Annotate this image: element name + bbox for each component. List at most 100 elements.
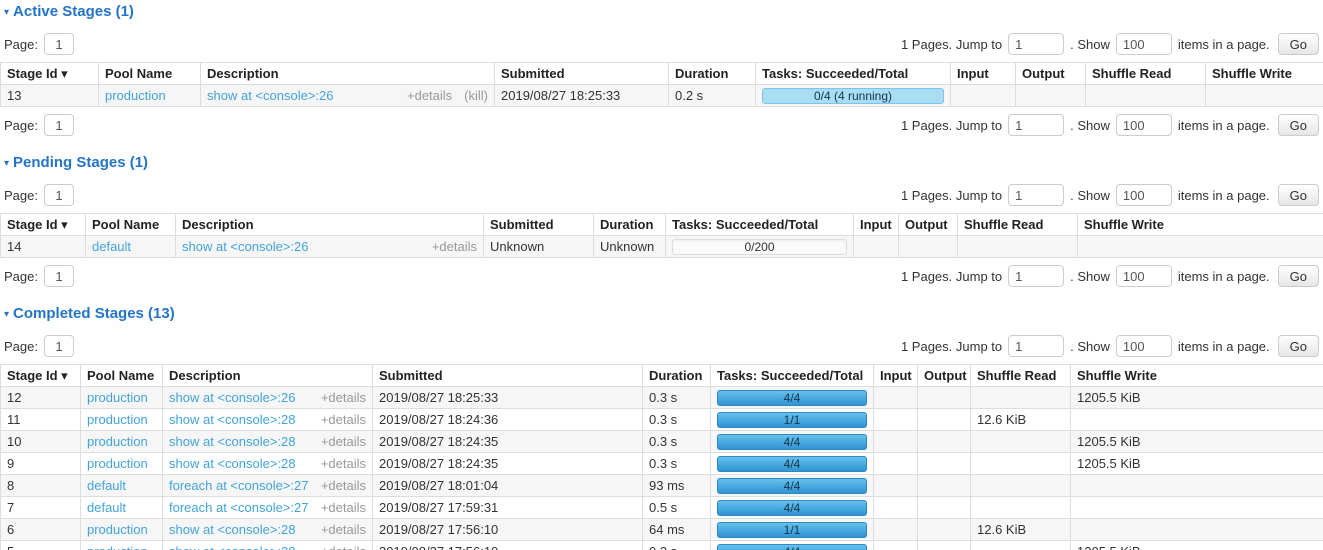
description-link[interactable]: show at <console>:28 xyxy=(169,412,295,427)
go-button[interactable]: Go xyxy=(1278,265,1319,287)
column-header-description[interactable]: Description xyxy=(176,214,484,236)
description-cell: show at <console>:28 +details xyxy=(163,431,373,453)
description-link[interactable]: show at <console>:26 xyxy=(207,88,333,103)
details-link[interactable]: +details xyxy=(321,544,366,550)
page-input[interactable] xyxy=(44,335,74,357)
pool-name-link[interactable]: production xyxy=(87,434,148,449)
column-header-input[interactable]: Input xyxy=(874,365,918,387)
details-link[interactable]: +details xyxy=(321,412,366,427)
column-header-pool-name[interactable]: Pool Name xyxy=(99,63,201,85)
input-cell xyxy=(874,497,918,519)
shuffle-write-cell xyxy=(1071,497,1323,519)
details-link[interactable]: +details xyxy=(432,239,477,254)
details-link[interactable]: +details xyxy=(321,390,366,405)
section-heading-active-stages[interactable]: ▾Active Stages (1) xyxy=(0,2,1323,24)
description-link[interactable]: foreach at <console>:27 xyxy=(169,478,309,493)
details-link[interactable]: +details xyxy=(407,88,452,103)
column-header-description[interactable]: Description xyxy=(163,365,373,387)
column-header-pool-name[interactable]: Pool Name xyxy=(86,214,176,236)
column-header-stage-id[interactable]: Stage Id ▾ xyxy=(1,63,99,85)
pool-name-link[interactable]: production xyxy=(87,456,148,471)
jump-to-input[interactable] xyxy=(1008,33,1064,55)
input-cell xyxy=(874,541,918,550)
details-link[interactable]: +details xyxy=(321,456,366,471)
duration-cell: 64 ms xyxy=(643,519,711,541)
column-header-tasks-succeeded-total[interactable]: Tasks: Succeeded/Total xyxy=(756,63,951,85)
column-header-duration[interactable]: Duration xyxy=(669,63,756,85)
pool-name-link[interactable]: production xyxy=(87,390,148,405)
pool-name-link[interactable]: production xyxy=(87,412,148,427)
page-input[interactable] xyxy=(44,114,74,136)
tasks-cell: 4/4 xyxy=(711,497,874,519)
column-header-output[interactable]: Output xyxy=(918,365,971,387)
jump-to-input[interactable] xyxy=(1008,265,1064,287)
submitted-cell: 2019/08/27 18:24:35 xyxy=(373,453,643,475)
details-link[interactable]: +details xyxy=(321,478,366,493)
description-link[interactable]: foreach at <console>:27 xyxy=(169,500,309,515)
description-link[interactable]: show at <console>:26 xyxy=(169,390,295,405)
column-header-shuffle-read[interactable]: Shuffle Read xyxy=(958,214,1078,236)
details-link[interactable]: +details xyxy=(321,434,366,449)
page-input[interactable] xyxy=(44,184,74,206)
jump-to-input[interactable] xyxy=(1008,184,1064,206)
column-header-duration[interactable]: Duration xyxy=(594,214,666,236)
pool-name-link[interactable]: production xyxy=(105,88,166,103)
section-heading-pending-stages[interactable]: ▾Pending Stages (1) xyxy=(0,153,1323,175)
column-header-shuffle-read[interactable]: Shuffle Read xyxy=(971,365,1071,387)
go-button[interactable]: Go xyxy=(1278,33,1319,55)
column-header-input[interactable]: Input xyxy=(951,63,1016,85)
description-link[interactable]: show at <console>:28 xyxy=(169,434,295,449)
section-heading-completed-stages[interactable]: ▾Completed Stages (13) xyxy=(0,304,1323,326)
show-count-input[interactable] xyxy=(1116,33,1172,55)
column-header-shuffle-write[interactable]: Shuffle Write xyxy=(1078,214,1323,236)
details-link[interactable]: +details xyxy=(321,522,366,537)
items-per-page-text: items in a page. xyxy=(1178,37,1270,52)
jump-to-input[interactable] xyxy=(1008,114,1064,136)
column-header-duration[interactable]: Duration xyxy=(643,365,711,387)
description-link[interactable]: show at <console>:28 xyxy=(169,522,295,537)
column-header-stage-id[interactable]: Stage Id ▾ xyxy=(1,365,81,387)
show-count-input[interactable] xyxy=(1116,184,1172,206)
column-header-tasks-succeeded-total[interactable]: Tasks: Succeeded/Total xyxy=(711,365,874,387)
kill-link[interactable]: (kill) xyxy=(464,88,488,103)
show-count-input[interactable] xyxy=(1116,335,1172,357)
column-header-pool-name[interactable]: Pool Name xyxy=(81,365,163,387)
pool-name-link[interactable]: default xyxy=(92,239,131,254)
pool-name-link[interactable]: production xyxy=(87,522,148,537)
pool-name-link[interactable]: production xyxy=(87,544,148,550)
description-link[interactable]: show at <console>:28 xyxy=(169,544,295,550)
column-header-submitted[interactable]: Submitted xyxy=(495,63,669,85)
stages-table-pending-stages: Stage Id ▾Pool NameDescriptionSubmittedD… xyxy=(0,213,1323,258)
column-header-description[interactable]: Description xyxy=(201,63,495,85)
task-progress-bar: 4/4 xyxy=(717,478,867,494)
task-progress-bar: 4/4 xyxy=(717,390,867,406)
table-row: 12productionshow at <console>:26+details… xyxy=(1,387,1323,409)
column-header-stage-id[interactable]: Stage Id ▾ xyxy=(1,214,86,236)
jump-to-input[interactable] xyxy=(1008,335,1064,357)
go-button[interactable]: Go xyxy=(1278,335,1319,357)
pool-name-link[interactable]: default xyxy=(87,478,126,493)
input-cell xyxy=(854,236,899,258)
column-header-output[interactable]: Output xyxy=(1016,63,1086,85)
column-header-tasks-succeeded-total[interactable]: Tasks: Succeeded/Total xyxy=(666,214,854,236)
description-link[interactable]: show at <console>:28 xyxy=(169,456,295,471)
go-button[interactable]: Go xyxy=(1278,114,1319,136)
column-header-shuffle-write[interactable]: Shuffle Write xyxy=(1071,365,1323,387)
pool-name-link[interactable]: default xyxy=(87,500,126,515)
page-input[interactable] xyxy=(44,33,74,55)
column-header-shuffle-write[interactable]: Shuffle Write xyxy=(1206,63,1323,85)
go-button[interactable]: Go xyxy=(1278,184,1319,206)
column-header-input[interactable]: Input xyxy=(854,214,899,236)
column-header-submitted[interactable]: Submitted xyxy=(373,365,643,387)
column-header-shuffle-read[interactable]: Shuffle Read xyxy=(1086,63,1206,85)
show-count-input[interactable] xyxy=(1116,114,1172,136)
page-input[interactable] xyxy=(44,265,74,287)
submitted-cell: 2019/08/27 18:24:36 xyxy=(373,409,643,431)
collapse-arrow-icon: ▾ xyxy=(4,158,9,169)
details-link[interactable]: +details xyxy=(321,500,366,515)
column-header-submitted[interactable]: Submitted xyxy=(484,214,594,236)
pagination-bar-top: Page:1 Pages. Jump to. Showitems in a pa… xyxy=(0,177,1323,213)
description-link[interactable]: show at <console>:26 xyxy=(182,239,308,254)
column-header-output[interactable]: Output xyxy=(899,214,958,236)
show-count-input[interactable] xyxy=(1116,265,1172,287)
